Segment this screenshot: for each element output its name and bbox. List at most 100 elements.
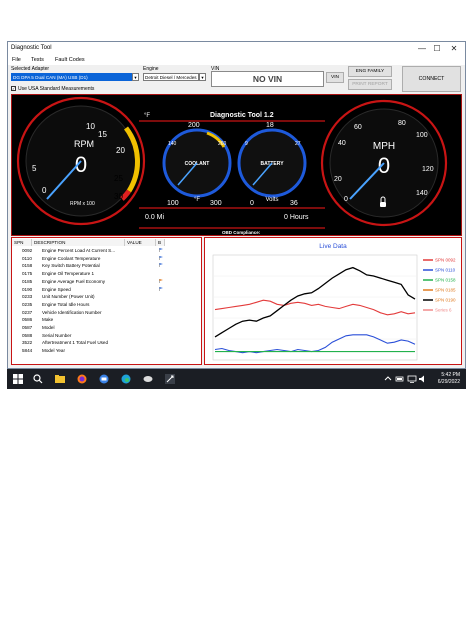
minimize-button[interactable]: — bbox=[415, 43, 429, 55]
miles-readout: 0.0 Mi bbox=[145, 214, 165, 221]
dashboard-title: Diagnostic Tool 1.2 bbox=[210, 112, 274, 119]
title-bar: Diagnostic Tool — ☐ ✕ bbox=[8, 42, 465, 56]
connect-button[interactable]: CONNECT bbox=[402, 66, 461, 92]
table-row[interactable]: 0190 Engine Speed bbox=[12, 286, 201, 294]
adapter-select[interactable]: DG DPA 5 Dual CAN (MA) USB (D1) bbox=[11, 73, 133, 81]
chevron-down-icon[interactable]: ▼ bbox=[132, 73, 139, 81]
close-button[interactable]: ✕ bbox=[447, 43, 461, 55]
table-row[interactable]: 0587 Model bbox=[12, 324, 201, 332]
legend-label: SPN 0092 bbox=[435, 258, 456, 263]
diagnostic-tool-taskbar-icon[interactable] bbox=[165, 374, 175, 384]
volume-icon[interactable] bbox=[418, 374, 428, 384]
menu-fault-codes[interactable]: Fault Codes bbox=[55, 57, 85, 63]
table-row[interactable]: 0185 Engine Average Fuel Economy bbox=[12, 278, 201, 286]
legend-label: SPN 0158 bbox=[435, 278, 456, 283]
table-row[interactable]: 5844 Model Year bbox=[12, 347, 201, 355]
rpm-label: RPM bbox=[74, 139, 94, 149]
taskbar: 5:42 PM 6/29/2022 bbox=[7, 369, 466, 389]
coolant-tick: 200 bbox=[188, 122, 200, 129]
coolant-tick: 260 bbox=[218, 141, 227, 147]
col-description[interactable]: DESCRIPTION bbox=[32, 239, 125, 246]
windows-start-icon[interactable] bbox=[13, 374, 23, 384]
spn-cell: 0158 bbox=[22, 263, 33, 269]
edge-icon[interactable] bbox=[121, 374, 131, 384]
plot-area bbox=[212, 254, 418, 361]
col-value[interactable]: VALUE bbox=[125, 239, 156, 246]
vin-display: NO VIN bbox=[211, 71, 324, 87]
table-row[interactable]: 3522 Aftertreatment 1 Total Fuel Used bbox=[12, 339, 201, 347]
table-row[interactable]: 0586 Make bbox=[12, 316, 201, 324]
table-row[interactable]: 0175 Engine Oil Temperature 1 bbox=[12, 270, 201, 278]
coolant-tick: 140 bbox=[168, 141, 177, 147]
network-icon[interactable] bbox=[407, 374, 417, 384]
flag-icon[interactable] bbox=[159, 286, 163, 291]
print-report-button[interactable]: PRINT REPORT bbox=[348, 79, 392, 90]
legend-label: Series 6 bbox=[435, 308, 452, 313]
flag-icon[interactable] bbox=[159, 248, 163, 252]
table-row[interactable]: 0110 Engine Coolant Temperature bbox=[12, 255, 201, 263]
engine-label: Engine bbox=[143, 66, 159, 72]
spn-cell: 0185 bbox=[22, 278, 33, 284]
chevron-down-icon[interactable]: ▼ bbox=[199, 73, 206, 81]
maximize-button[interactable]: ☐ bbox=[430, 43, 444, 55]
app-icon[interactable] bbox=[143, 374, 153, 384]
battery-gauge: 18 9 27 0 36 BATTERY Volts bbox=[237, 122, 307, 207]
engine-select[interactable]: Detroit Diesel / Mercedes bbox=[143, 73, 199, 81]
usa-units-checkbox[interactable]: ✓ bbox=[11, 86, 16, 91]
coolant-tick: 100 bbox=[167, 200, 179, 207]
spn-cell: 0586 bbox=[22, 317, 33, 323]
battery-tick: 36 bbox=[290, 200, 298, 207]
spn-cell: 0190 bbox=[22, 286, 33, 292]
battery-icon[interactable] bbox=[395, 374, 405, 384]
clock[interactable]: 5:42 PM 6/29/2022 bbox=[438, 372, 460, 386]
firefox-icon[interactable] bbox=[77, 374, 87, 384]
description-cell: Unit Number (Power Unit) bbox=[42, 294, 95, 300]
battery-tick: 0 bbox=[250, 200, 254, 207]
spn-cell: 0110 bbox=[22, 255, 32, 261]
live-chart: Live Data SPN 0092 SPN 0110 SPN 0158 SPN 01… bbox=[212, 243, 456, 361]
table-row[interactable]: 0237 Vehicle Identification Number bbox=[12, 309, 201, 317]
mph-tick: 120 bbox=[422, 166, 434, 173]
col-spn[interactable]: SPN bbox=[12, 239, 32, 246]
mph-tick: 0 bbox=[344, 196, 348, 203]
rpm-tick: 10 bbox=[86, 122, 95, 131]
table-row[interactable]: 0235 Engine Total Idle Hours bbox=[12, 301, 201, 309]
rpm-tick: 20 bbox=[116, 146, 125, 155]
flag-icon[interactable] bbox=[159, 255, 163, 260]
rpm-sub-label: RPM x 100 bbox=[70, 201, 95, 207]
spn-cell: 0588 bbox=[22, 332, 33, 338]
spn-cell: 0092 bbox=[22, 248, 33, 253]
menu-file[interactable]: File bbox=[12, 57, 21, 63]
eng-family-button[interactable]: ENG FAMILY bbox=[348, 66, 392, 77]
description-cell: Make bbox=[42, 317, 54, 323]
legend-label: SPN 0185 bbox=[435, 288, 456, 293]
mph-tick: 140 bbox=[416, 190, 428, 197]
menu-tests[interactable]: Tests bbox=[31, 57, 44, 63]
spn-cell: 3522 bbox=[22, 340, 33, 346]
table-row[interactable]: 0158 Key Switch Battery Potential bbox=[12, 262, 201, 270]
remote-app-icon[interactable] bbox=[99, 374, 109, 384]
col-b[interactable]: B bbox=[156, 239, 165, 246]
window-title: Diagnostic Tool bbox=[11, 45, 52, 51]
table-row[interactable]: 0092 Engine Percent Load At Current S... bbox=[12, 247, 201, 255]
table-row[interactable]: 0233 Unit Number (Power Unit) bbox=[12, 293, 201, 301]
temp-unit: °F bbox=[144, 113, 150, 119]
flag-icon[interactable] bbox=[159, 278, 163, 283]
coolant-gauge: 200 140 260 100 300 COOLANT °F bbox=[162, 122, 232, 207]
vin-button[interactable]: VIN bbox=[326, 72, 344, 83]
battery-tick: 18 bbox=[266, 122, 274, 129]
file-explorer-icon[interactable] bbox=[55, 374, 65, 384]
table-row[interactable]: 0588 Serial Number bbox=[12, 332, 201, 340]
description-cell: Vehicle Identification Number bbox=[42, 309, 102, 315]
chevron-up-icon[interactable] bbox=[383, 374, 393, 384]
spn-cell: 0235 bbox=[22, 301, 33, 307]
description-cell: Key Switch Battery Potential bbox=[42, 263, 100, 269]
description-cell: Model bbox=[42, 325, 55, 330]
description-cell: Engine Total Idle Hours bbox=[42, 301, 90, 307]
app-window: Diagnostic Tool — ☐ ✕ File Tests Fault C… bbox=[7, 41, 466, 369]
dashboard-panel: 10 15 0 5 10 20 25 30 RPM 0 RPM x 100 °F… bbox=[11, 94, 462, 236]
search-icon[interactable] bbox=[33, 374, 43, 384]
description-cell: Model Year bbox=[42, 348, 65, 354]
spn-cell: 0237 bbox=[22, 309, 33, 315]
flag-icon[interactable] bbox=[159, 263, 163, 268]
